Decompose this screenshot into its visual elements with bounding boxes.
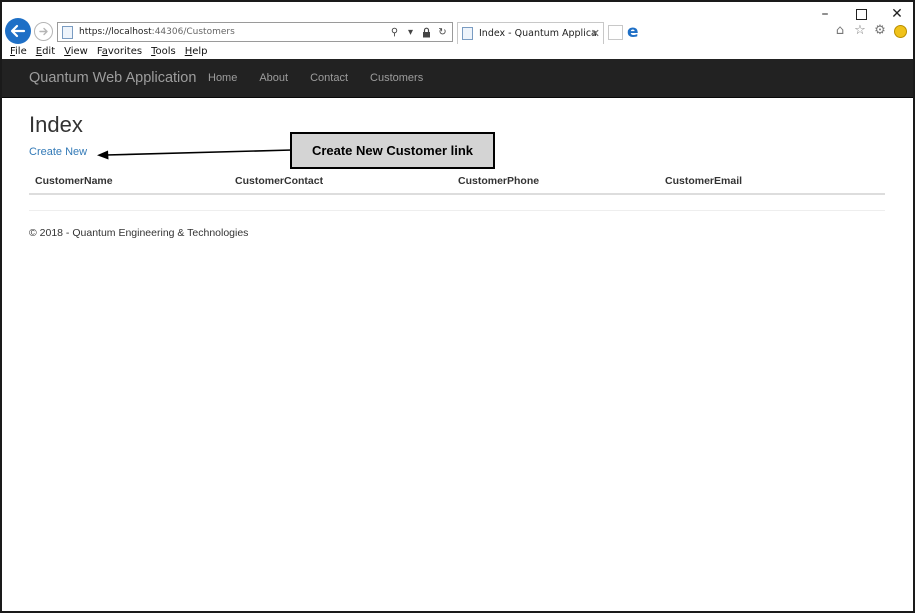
customers-table-header: CustomerName CustomerContact CustomerPho… bbox=[29, 174, 885, 195]
refresh-icon[interactable]: ↻ bbox=[437, 26, 448, 38]
smiley-icon[interactable] bbox=[893, 24, 907, 38]
menu-file-rest: ile bbox=[15, 46, 27, 57]
address-tools: ⚲ ▾ ↻ bbox=[389, 25, 448, 39]
lock-icon[interactable] bbox=[421, 26, 432, 38]
gear-icon[interactable]: ⚙ bbox=[873, 24, 887, 38]
menu-favorites[interactable]: Favorites bbox=[97, 46, 142, 57]
new-tab-button[interactable] bbox=[608, 25, 623, 40]
nav-customers[interactable]: Customers bbox=[370, 72, 423, 84]
browser-chrome: – ✕ https://localhost:44306/Customers ⚲ … bbox=[2, 2, 913, 59]
menu-view-rest: iew bbox=[70, 46, 88, 57]
tab-index[interactable]: Index - Quantum Application ✕ bbox=[457, 22, 604, 44]
nav-home[interactable]: Home bbox=[208, 72, 237, 84]
nav-contact[interactable]: Contact bbox=[310, 72, 348, 84]
menu-view[interactable]: View bbox=[64, 46, 88, 57]
maximize-icon[interactable] bbox=[853, 6, 869, 22]
search-icon[interactable]: ⚲ bbox=[389, 26, 400, 38]
footer-text: © 2018 - Quantum Engineering & Technolog… bbox=[29, 227, 249, 239]
menu-help-rest: elp bbox=[192, 46, 208, 57]
close-icon[interactable]: ✕ bbox=[889, 6, 905, 22]
column-customer-name: CustomerName bbox=[35, 175, 113, 187]
menu-bar: File Edit View Favorites Tools Help bbox=[10, 46, 208, 57]
menu-view-accel: V bbox=[64, 46, 71, 57]
home-icon[interactable]: ⌂ bbox=[833, 24, 847, 38]
column-customer-email: CustomerEmail bbox=[665, 175, 743, 187]
annotation-callout: Create New Customer link bbox=[290, 132, 495, 169]
minimize-icon[interactable]: – bbox=[817, 6, 833, 22]
menu-edit-rest: dit bbox=[42, 46, 56, 57]
ie-logo-icon[interactable]: e bbox=[627, 24, 643, 41]
nav-about[interactable]: About bbox=[259, 72, 288, 84]
forward-button[interactable] bbox=[34, 22, 53, 41]
annotation-arrow-icon bbox=[97, 149, 292, 160]
create-new-link[interactable]: Create New bbox=[29, 146, 87, 158]
column-customer-phone: CustomerPhone bbox=[458, 175, 540, 187]
window-controls: – ✕ bbox=[817, 4, 905, 24]
back-button[interactable] bbox=[5, 18, 31, 44]
footer-divider bbox=[29, 210, 885, 211]
url-path: :44306/Customers bbox=[151, 27, 235, 37]
menu-tools[interactable]: Tools bbox=[151, 46, 176, 57]
page-icon bbox=[62, 25, 73, 39]
browser-tools: ⌂ ☆ ⚙ bbox=[833, 24, 907, 38]
tab-page-icon bbox=[462, 27, 473, 40]
site-navbar: Quantum Web Application Home About Conta… bbox=[2, 59, 913, 98]
tab-title: Index - Quantum Application bbox=[479, 28, 597, 39]
nav-links: Home About Contact Customers bbox=[208, 72, 445, 84]
star-icon[interactable]: ☆ bbox=[853, 24, 867, 38]
page-title: Index bbox=[29, 112, 83, 137]
brand-link[interactable]: Quantum Web Application bbox=[29, 70, 196, 86]
address-bar[interactable]: https://localhost:44306/Customers ⚲ ▾ ↻ bbox=[57, 22, 453, 42]
menu-edit[interactable]: Edit bbox=[36, 46, 55, 57]
menu-tools-rest: ools bbox=[155, 46, 176, 57]
menu-help[interactable]: Help bbox=[185, 46, 208, 57]
menu-file[interactable]: File bbox=[10, 46, 27, 57]
url-host: https://localhost bbox=[79, 27, 152, 37]
column-customer-contact: CustomerContact bbox=[235, 175, 324, 187]
url-text[interactable]: https://localhost:44306/Customers bbox=[79, 27, 235, 37]
annotation-label: Create New Customer link bbox=[311, 143, 474, 158]
arrow-right-icon bbox=[39, 27, 48, 36]
tab-close-icon[interactable]: ✕ bbox=[591, 27, 600, 40]
arrow-left-icon bbox=[10, 24, 26, 38]
dropdown-icon[interactable]: ▾ bbox=[405, 26, 416, 38]
menu-favorites-rest: vorites bbox=[107, 46, 143, 57]
